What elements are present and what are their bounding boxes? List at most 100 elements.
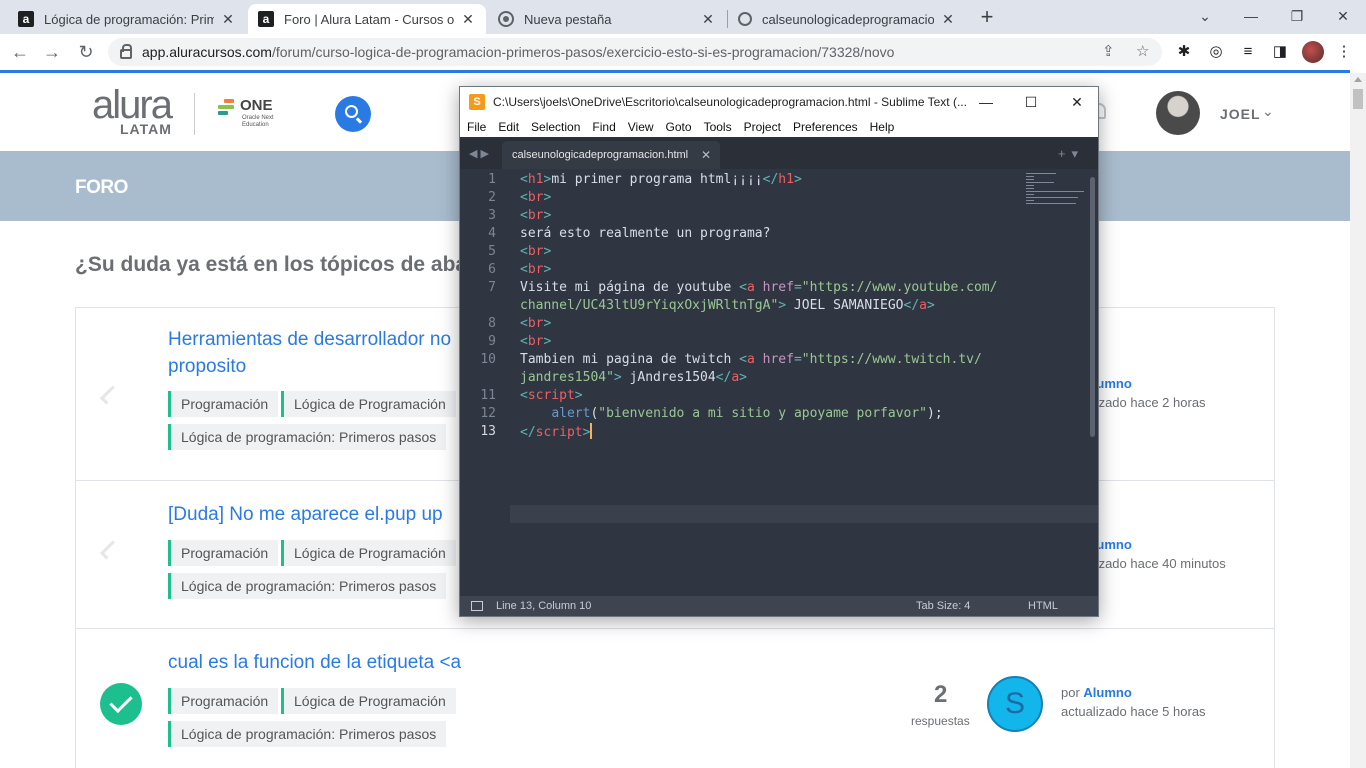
page-scrollbar[interactable]: [1350, 73, 1366, 768]
reload-icon[interactable]: ↻: [74, 40, 98, 64]
reply-count-label: respuestas: [911, 714, 970, 728]
line-number: 9: [488, 334, 496, 349]
topic-tag[interactable]: Programación: [168, 391, 279, 417]
topic-card[interactable]: cual es la funcion de la etiqueta <a Pro…: [75, 628, 1275, 768]
topic-author: por Alumno: [1061, 685, 1132, 700]
close-icon[interactable]: ✕: [220, 11, 236, 28]
alura-logo[interactable]: alura: [92, 85, 173, 125]
browser-tab-new[interactable]: Nueva pestaña ✕: [488, 4, 726, 34]
search-button[interactable]: [335, 96, 371, 132]
check-icon: [99, 385, 120, 405]
panel-toggle-icon[interactable]: [471, 601, 483, 611]
line-number: 5: [488, 244, 496, 259]
menu-project[interactable]: Project: [744, 120, 781, 134]
topic-tag[interactable]: Lógica de Programación: [281, 688, 456, 714]
user-avatar[interactable]: [1156, 91, 1200, 135]
menu-preferences[interactable]: Preferences: [793, 120, 858, 134]
menu-find[interactable]: Find: [592, 120, 615, 134]
tab-nav-arrows-icon[interactable]: ◀▶: [469, 147, 492, 160]
alura-favicon-icon: a: [258, 11, 274, 27]
topic-tag[interactable]: Lógica de programación: Primeros pasos: [168, 721, 447, 747]
topic-tag[interactable]: Lógica de programación: Primeros pasos: [168, 573, 447, 599]
restore-icon[interactable]: ❐: [1274, 4, 1320, 28]
topic-updated: actualizado hace 5 horas: [1061, 704, 1206, 719]
line-number: 8: [488, 316, 496, 331]
media-queue-icon[interactable]: ≡: [1238, 42, 1258, 62]
scroll-up-icon[interactable]: [1354, 77, 1362, 82]
browser-tab-foro[interactable]: a Foro | Alura Latam - Cursos online ✕: [248, 4, 486, 34]
line-number: 12: [480, 406, 496, 421]
tab-size[interactable]: Tab Size: 4: [916, 600, 1028, 612]
reply-count: 2: [934, 681, 948, 708]
share-icon[interactable]: ⇪: [1102, 42, 1115, 60]
menu-tools[interactable]: Tools: [704, 120, 732, 134]
sublime-text-window[interactable]: S C:\Users\joels\OneDrive\Escritorio\cal…: [459, 86, 1099, 617]
user-name[interactable]: JOEL: [1220, 106, 1261, 122]
sublime-menu-bar: File Edit Selection Find View Goto Tools…: [460, 117, 1098, 137]
cursor-position: Line 13, Column 10: [496, 600, 592, 612]
topic-tag[interactable]: Lógica de Programación: [281, 391, 456, 417]
topic-title[interactable]: [Duda] No me aparece el.pup up: [168, 501, 443, 528]
editor-tab[interactable]: calseunologicadeprogramacion.html ✕: [502, 141, 720, 169]
editor-scrollbar[interactable]: [1090, 177, 1095, 437]
page-title: FORO: [75, 177, 128, 198]
kebab-menu-icon[interactable]: ⋮: [1334, 42, 1354, 62]
browser-tab-local-file[interactable]: calseunologicadeprogramacion.html ✕: [728, 4, 966, 34]
close-icon[interactable]: ✕: [701, 148, 711, 162]
syntax-mode[interactable]: HTML: [1028, 600, 1058, 612]
code-editor[interactable]: 1 2 3 4 5 6 7 8 9 10 11 12 13 <h1>mi pri…: [460, 169, 1098, 597]
line-number-gutter: 1 2 3 4 5 6 7 8 9 10 11 12 13: [460, 169, 510, 597]
line-number: 7: [488, 280, 496, 295]
menu-file[interactable]: File: [467, 120, 486, 134]
close-icon[interactable]: ✕: [460, 11, 476, 28]
chevron-down-icon[interactable]: ⌄: [1262, 103, 1274, 120]
menu-selection[interactable]: Selection: [531, 120, 580, 134]
tab-title: Nueva pestaña: [524, 11, 612, 27]
tab-search-icon[interactable]: ⌄: [1182, 4, 1228, 28]
author-avatar[interactable]: S: [987, 676, 1043, 732]
topic-title[interactable]: Herramientas de desarrollador no proposi…: [168, 326, 451, 380]
menu-goto[interactable]: Goto: [666, 120, 692, 134]
scrollbar-thumb[interactable]: [1353, 89, 1363, 109]
chrome-favicon-icon: [498, 11, 514, 27]
minimize-icon[interactable]: —: [976, 93, 996, 111]
close-icon[interactable]: ✕: [940, 11, 956, 28]
topic-tag[interactable]: Programación: [168, 540, 279, 566]
side-panel-icon[interactable]: ◨: [1270, 42, 1290, 62]
close-window-icon[interactable]: ✕: [1067, 93, 1087, 111]
new-tab-button[interactable]: +: [975, 6, 999, 30]
address-bar[interactable]: app.aluracursos.com/forum/curso-logica-d…: [108, 38, 1162, 66]
topic-tag[interactable]: Lógica de Programación: [281, 540, 456, 566]
extensions-puzzle-icon[interactable]: ✱: [1174, 42, 1194, 62]
one-logo-sub: Oracle Next Education: [242, 115, 274, 128]
topic-tag[interactable]: Programación: [168, 688, 279, 714]
menu-edit[interactable]: Edit: [498, 120, 519, 134]
one-logo: ONE: [240, 97, 273, 114]
profile-avatar[interactable]: [1302, 41, 1324, 63]
sublime-title-bar[interactable]: S C:\Users\joels\OneDrive\Escritorio\cal…: [460, 87, 1098, 117]
topic-tag[interactable]: Lógica de programación: Primeros pasos: [168, 424, 447, 450]
close-window-icon[interactable]: ✕: [1320, 4, 1366, 28]
sublime-status-bar: Line 13, Column 10 Tab Size: 4 HTML: [460, 596, 1098, 616]
browser-tab-strip: a Lógica de programación: Primeros ✕ a F…: [0, 0, 1366, 34]
tab-controls-icon[interactable]: +▾: [1058, 146, 1084, 162]
sublime-tab-bar: ◀▶ calseunologicadeprogramacion.html ✕ +…: [460, 139, 1098, 169]
extension-icon[interactable]: ◎: [1206, 42, 1226, 62]
line-number: 13: [480, 424, 496, 439]
question-heading: ¿Su duda ya está en los tópicos de abajo…: [75, 253, 499, 276]
url-text: app.aluracursos.com/forum/curso-logica-d…: [142, 44, 895, 60]
browser-tab-logica[interactable]: a Lógica de programación: Primeros ✕: [8, 4, 246, 34]
check-icon: [99, 540, 120, 560]
bookmark-star-icon[interactable]: ☆: [1136, 42, 1149, 60]
tab-title: Lógica de programación: Primeros: [44, 11, 214, 27]
minimap[interactable]: [1026, 173, 1086, 204]
topic-title[interactable]: cual es la funcion de la etiqueta <a: [168, 649, 461, 676]
back-arrow-icon[interactable]: ←: [8, 40, 32, 64]
menu-help[interactable]: Help: [870, 120, 895, 134]
window-title: C:\Users\joels\OneDrive\Escritorio\calse…: [493, 95, 967, 109]
minimize-icon[interactable]: —: [1228, 4, 1274, 28]
maximize-icon[interactable]: ☐: [1021, 93, 1041, 111]
menu-view[interactable]: View: [628, 120, 654, 134]
close-icon[interactable]: ✕: [700, 11, 716, 28]
forward-arrow-icon[interactable]: →: [40, 40, 64, 64]
